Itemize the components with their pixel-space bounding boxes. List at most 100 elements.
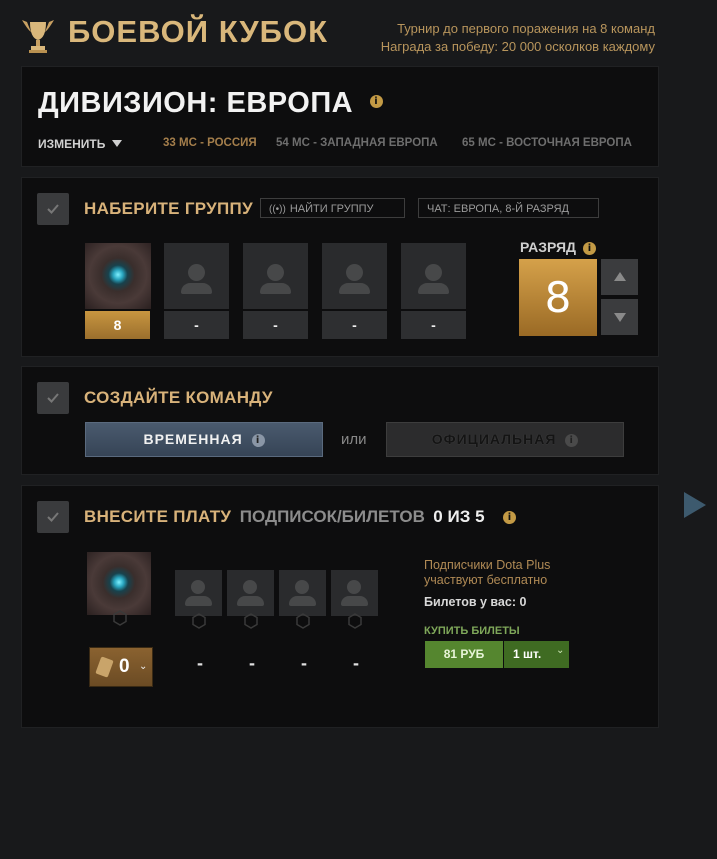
user-icon [267, 264, 284, 281]
user-icon-body [418, 283, 449, 294]
ticket-dropdown[interactable]: 0 ⌄ [89, 647, 153, 687]
division-title-text: ДИВИЗИОН: ЕВРОПА [38, 87, 354, 119]
hexagon-icon [191, 613, 207, 629]
buy-tickets-label: КУПИТЬ БИЛЕТЫ [424, 625, 520, 637]
find-group-button[interactable]: ((•)) НАЙТИ ГРУППУ [260, 198, 405, 218]
division-panel: ДИВИЗИОН: ЕВРОПА i ИЗМЕНИТЬ 33 МС - РОСС… [21, 66, 659, 167]
empty-slot [175, 570, 222, 616]
user-icon [243, 580, 257, 594]
party-title: НАБЕРИТЕ ГРУППУ [84, 199, 253, 218]
slot-rank: - [164, 311, 229, 339]
change-division-label: ИЗМЕНИТЬ [38, 137, 106, 151]
rank-down-button[interactable] [601, 299, 638, 335]
payment-count: 0 ИЗ 5 [433, 507, 485, 526]
party-panel: НАБЕРИТЕ ГРУППУ ((•)) НАЙТИ ГРУППУ ЧАТ: Е… [21, 177, 659, 357]
info-icon[interactable]: i [582, 242, 596, 255]
server-russia: 33 МС - РОССИЯ [163, 137, 257, 149]
quantity-label: 1 шт. [513, 647, 542, 661]
user-icon-body [237, 596, 264, 606]
slot-rank: - [401, 311, 466, 339]
official-team-label: ОФИЦИАЛЬНАЯ [431, 431, 557, 447]
user-icon [425, 264, 442, 281]
chat-button[interactable]: ЧАТ: ЕВРОПА, 8-Й РАЗРЯД [418, 198, 599, 218]
hexagon-icon [112, 610, 128, 626]
temporary-team-label: ВРЕМЕННАЯ [143, 431, 243, 447]
empty-slot [227, 570, 274, 616]
payment-title: ВНЕСИТЕ ПЛАТУ [84, 507, 232, 526]
next-arrow-icon[interactable] [683, 490, 707, 525]
empty-slot [279, 570, 326, 616]
info-icon[interactable]: i [502, 511, 516, 524]
info-icon[interactable]: i [369, 95, 383, 108]
user-icon-body [185, 596, 212, 606]
empty-slot[interactable] [401, 243, 466, 309]
fee-slot-status: - [353, 653, 359, 673]
chevron-down-icon: ⌄ [556, 645, 565, 656]
fee-slot-status: - [301, 653, 307, 673]
dota-plus-note: Подписчики Dota Plus участвуют бесплатно [424, 558, 550, 588]
payment-subtitle: ПОДПИСОК/БИЛЕТОВ [239, 507, 425, 526]
chevron-down-icon: ⌄ [139, 661, 148, 672]
user-icon [295, 580, 309, 594]
page-title: БОЕВОЙ КУБОК [68, 14, 328, 49]
triangle-up-icon [614, 272, 626, 281]
buy-price-button[interactable]: 81 РУБ [425, 641, 503, 668]
rank-value: 8 [519, 259, 597, 336]
user-icon [191, 580, 205, 594]
hexagon-icon [295, 613, 311, 629]
find-group-label: НАЙТИ ГРУППУ [289, 203, 374, 215]
tournament-format: Турнир до первого поражения на 8 команд [397, 21, 655, 36]
user-icon [346, 264, 363, 281]
tickets-owned: Билетов у вас: 0 [424, 595, 527, 609]
triangle-down-icon [614, 313, 626, 322]
tournament-reward: Награда за победу: 20 000 осколков каждо… [380, 39, 655, 54]
check-icon [47, 512, 59, 522]
slot-rank: - [322, 311, 387, 339]
tournament-description: Турнир до первого поражения на 8 команд … [381, 20, 655, 56]
slot-rank: 8 [85, 311, 150, 339]
server-east-europe: 65 МС - ВОСТОЧНАЯ ЕВРОПА [462, 137, 632, 149]
user-icon-body [181, 283, 212, 294]
party-checkbox[interactable] [37, 193, 69, 225]
user-icon-body [341, 596, 368, 606]
info-icon[interactable]: i [565, 434, 579, 447]
chevron-down-icon [111, 140, 122, 147]
payment-heading: ВНЕСИТЕ ПЛАТУ ПОДПИСОК/БИЛЕТОВ 0 ИЗ 5 i [84, 507, 516, 527]
user-icon [188, 264, 205, 281]
dota-plus-note-line1: Подписчики Dota Plus [424, 558, 551, 572]
team-title: СОЗДАЙТЕ КОМАНДУ [84, 388, 273, 407]
dota-plus-note-line2: участвуют бесплатно [424, 573, 548, 587]
payment-checkbox[interactable] [37, 501, 69, 533]
empty-slot[interactable] [164, 243, 229, 309]
temporary-team-button[interactable]: ВРЕМЕННАЯ i [85, 422, 323, 457]
team-panel: СОЗДАЙТЕ КОМАНДУ ВРЕМЕННАЯ i или ОФИЦИАЛ… [21, 366, 659, 475]
ticket-icon [95, 656, 114, 678]
official-team-button[interactable]: ОФИЦИАЛЬНАЯ i [386, 422, 624, 457]
user-icon [347, 580, 361, 594]
empty-slot [331, 570, 378, 616]
info-icon[interactable]: i [251, 434, 265, 447]
ticket-count: 0 [119, 656, 130, 677]
check-icon [47, 393, 59, 403]
avatar [87, 552, 151, 615]
fee-slot-status: - [197, 653, 203, 673]
rank-label-text: РАЗРЯД [520, 239, 577, 255]
rank-label: РАЗРЯД i [520, 239, 596, 255]
rank-up-button[interactable] [601, 259, 638, 295]
empty-slot[interactable] [243, 243, 308, 309]
team-checkbox[interactable] [37, 382, 69, 414]
quantity-dropdown[interactable]: 1 шт. ⌄ [504, 641, 569, 668]
user-icon-body [260, 283, 291, 294]
check-icon [47, 204, 59, 214]
broadcast-icon: ((•)) [269, 204, 286, 215]
avatar[interactable] [85, 243, 151, 309]
change-division-button[interactable]: ИЗМЕНИТЬ [38, 137, 122, 151]
server-west-europe: 54 МС - ЗАПАДНАЯ ЕВРОПА [276, 137, 438, 149]
empty-slot[interactable] [322, 243, 387, 309]
hexagon-icon [347, 613, 363, 629]
payment-panel: ВНЕСИТЕ ПЛАТУ ПОДПИСОК/БИЛЕТОВ 0 ИЗ 5 i … [21, 485, 659, 728]
slot-rank: - [243, 311, 308, 339]
fee-slot-status: - [249, 653, 255, 673]
hexagon-icon [243, 613, 259, 629]
division-title: ДИВИЗИОН: ЕВРОПА i [38, 87, 383, 120]
